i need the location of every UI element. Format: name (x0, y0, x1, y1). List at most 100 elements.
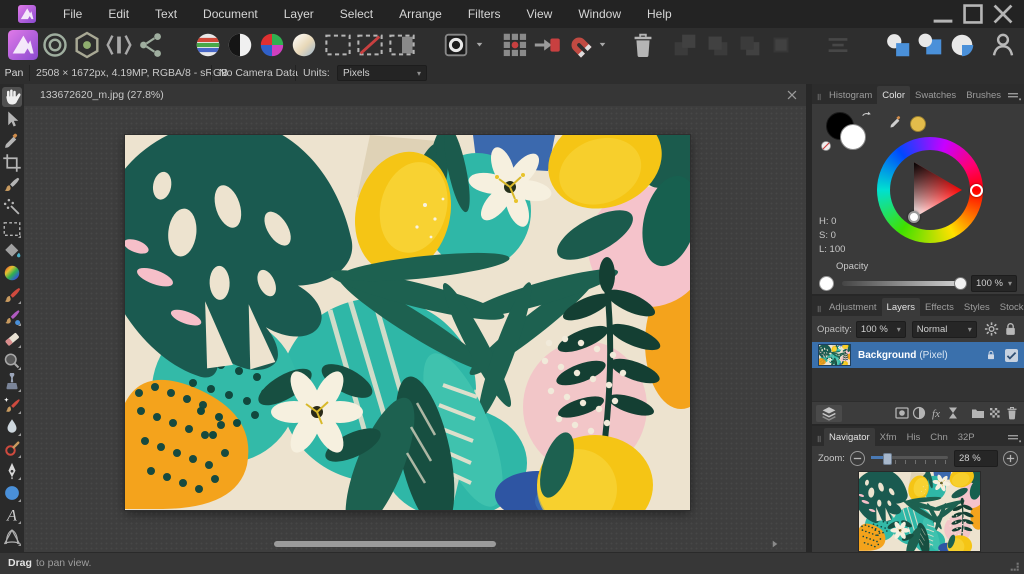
move-tool[interactable] (2, 109, 22, 129)
background-color-swatch[interactable] (840, 124, 866, 150)
tab-color[interactable]: Color (877, 86, 910, 104)
insert-inside-button[interactable] (915, 31, 945, 58)
insert-behind-button[interactable] (947, 31, 977, 58)
tab-styles[interactable]: Styles (959, 298, 995, 316)
healing-brush-tool[interactable] (2, 395, 22, 415)
mask-layer-icon[interactable] (894, 405, 910, 421)
gradient-tool[interactable] (2, 263, 22, 283)
crop-tool[interactable] (2, 153, 22, 173)
blend-ranges-icon[interactable] (987, 405, 1003, 421)
no-color-swatch[interactable] (820, 140, 832, 152)
menu-edit[interactable]: Edit (95, 0, 142, 28)
colour-picker-tool[interactable] (2, 131, 22, 151)
liquify-persona-button[interactable] (40, 31, 70, 58)
tab-effects[interactable]: Effects (920, 298, 959, 316)
menu-select[interactable]: Select (327, 0, 386, 28)
mesh-warp-tool[interactable] (2, 527, 22, 547)
smudge-brush-tool[interactable] (2, 439, 22, 459)
flood-select-tool[interactable] (2, 197, 22, 217)
tab-32p[interactable]: 32P (953, 428, 980, 446)
tone-mapping-persona-button[interactable] (104, 31, 134, 58)
opacity-slider-knob[interactable] (954, 276, 967, 290)
insert-over-button[interactable] (883, 31, 913, 58)
snapping-button[interactable] (564, 31, 594, 58)
invert-selection-button[interactable] (387, 31, 417, 58)
zoom-value-box[interactable]: 28 % (954, 449, 998, 467)
auto-contrast-button[interactable] (257, 31, 287, 58)
canvas[interactable] (24, 106, 806, 552)
menu-file[interactable]: File (50, 0, 95, 28)
shade-selector[interactable] (908, 211, 920, 223)
tab-brushes[interactable]: Brushes (961, 86, 1006, 104)
photo-persona-button[interactable] (8, 29, 38, 60)
force-pixel-alignment-button[interactable] (532, 31, 562, 58)
picked-color-swatch[interactable] (910, 116, 926, 132)
view-tool[interactable] (2, 87, 22, 107)
menu-view[interactable]: View (514, 0, 566, 28)
lock-icon[interactable] (1002, 320, 1019, 338)
paint-brush-tool[interactable] (2, 285, 22, 305)
auto-white-balance-button[interactable] (289, 31, 319, 58)
color-wheel[interactable] (877, 137, 983, 243)
tab-swatches[interactable]: Swatches (910, 86, 961, 104)
maximize-button[interactable] (958, 1, 988, 27)
menu-document[interactable]: Document (190, 0, 271, 28)
tab-chn[interactable]: Chn (925, 428, 952, 446)
text-tool[interactable]: A (2, 505, 22, 525)
blend-mode-dropdown[interactable]: Normal ▾ (911, 320, 977, 338)
layer-lock-icon[interactable] (985, 349, 997, 361)
navigator-preview[interactable] (858, 471, 981, 552)
quick-mask-dropdown[interactable] (473, 31, 486, 58)
layer-opacity-dropdown[interactable]: 100 % ▾ (855, 320, 906, 338)
eyedropper-icon[interactable] (888, 114, 904, 130)
snapping-grid-button[interactable] (500, 31, 530, 58)
menu-layer[interactable]: Layer (271, 0, 327, 28)
panel-menu-icon[interactable] (1006, 430, 1022, 446)
auto-colours-button[interactable] (193, 31, 223, 58)
layer-visibility-checkbox[interactable] (1005, 348, 1018, 362)
deselect-button[interactable] (355, 31, 385, 58)
menu-text[interactable]: Text (142, 0, 190, 28)
zoom-in-button[interactable] (1003, 450, 1018, 466)
menu-window[interactable]: Window (565, 0, 634, 28)
select-all-button[interactable] (323, 31, 353, 58)
ellipse-tool[interactable] (2, 483, 22, 503)
panel-grip-icon[interactable] (814, 432, 824, 446)
live-filter-icon[interactable] (945, 405, 961, 421)
layers-stack-icon[interactable] (816, 404, 842, 422)
tab-xfm[interactable]: Xfm (875, 428, 902, 446)
colour-replacement-brush-tool[interactable] (2, 307, 22, 327)
quick-mask-button[interactable] (441, 31, 471, 58)
tab-close-button[interactable] (785, 88, 799, 102)
pen-tool[interactable] (2, 461, 22, 481)
tab-stock[interactable]: Stock (995, 298, 1024, 316)
clone-brush-tool[interactable] (2, 373, 22, 393)
opacity-slider[interactable] (842, 276, 967, 290)
opacity-value-box[interactable]: 100 % ▾ (971, 274, 1017, 292)
gear-icon[interactable] (983, 320, 1000, 338)
flood-fill-tool[interactable] (2, 241, 22, 261)
tab-histogram[interactable]: Histogram (824, 86, 877, 104)
layer-row[interactable]: Background (Pixel) (812, 342, 1024, 368)
menu-arrange[interactable]: Arrange (386, 0, 455, 28)
zoom-slider-thumb[interactable] (882, 453, 892, 465)
erase-brush-tool[interactable] (2, 329, 22, 349)
selection-brush-tool[interactable] (2, 175, 22, 195)
delete-button[interactable] (628, 31, 658, 58)
menu-filters[interactable]: Filters (455, 0, 514, 28)
zoom-slider[interactable] (870, 452, 948, 465)
panel-menu-icon[interactable] (1006, 88, 1022, 104)
adjustment-layer-icon[interactable] (911, 405, 927, 421)
account-button[interactable] (988, 31, 1018, 58)
layer-effects-icon[interactable]: fx (928, 405, 944, 421)
panel-grip-icon[interactable] (814, 90, 824, 104)
panel-grip-icon[interactable] (814, 302, 824, 316)
marquee-tool[interactable] (2, 219, 22, 239)
develop-persona-button[interactable] (72, 31, 102, 58)
zoom-tool[interactable] (2, 351, 22, 371)
menu-help[interactable]: Help (634, 0, 685, 28)
snapping-dropdown[interactable] (596, 31, 609, 58)
group-layers-icon[interactable] (970, 405, 986, 421)
scroll-right-icon[interactable] (769, 538, 781, 550)
zoom-out-button[interactable] (849, 450, 865, 466)
